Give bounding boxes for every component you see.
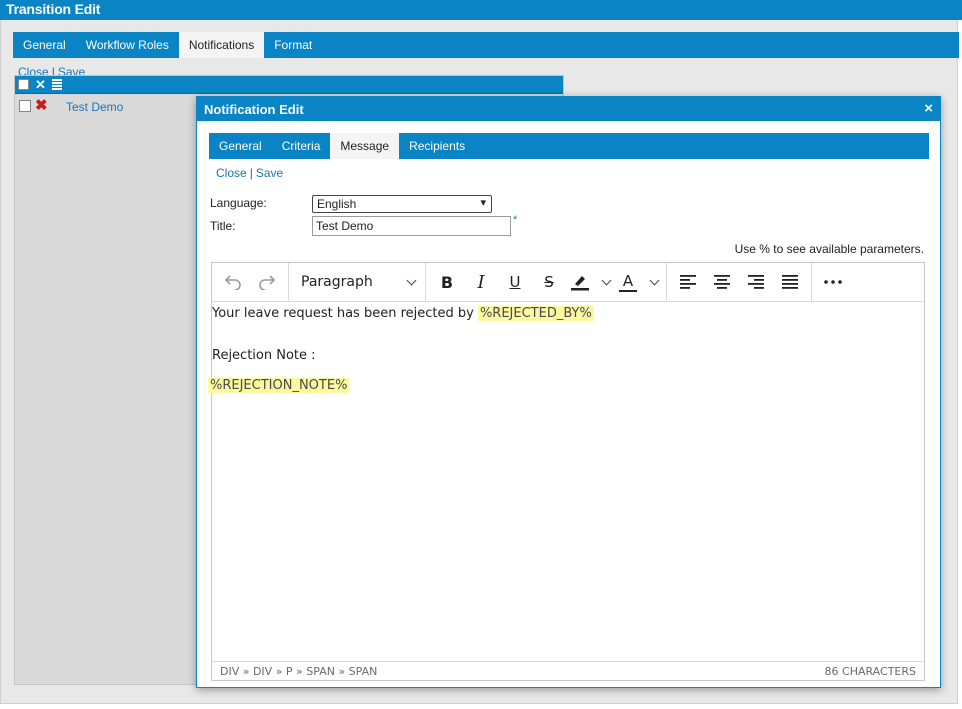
dialog-title-text: Notification Edit xyxy=(204,102,304,117)
align-center-icon[interactable] xyxy=(705,267,739,297)
undo-icon[interactable] xyxy=(216,267,250,297)
block-format-value: Paragraph xyxy=(301,274,373,290)
bold-icon[interactable]: B xyxy=(430,267,464,297)
title-label: Title: xyxy=(210,219,236,233)
tab-format[interactable]: Format xyxy=(264,32,322,58)
required-marker: * xyxy=(513,214,518,226)
align-right-icon[interactable] xyxy=(739,267,773,297)
more-group xyxy=(812,263,854,302)
text-color-split-button[interactable]: A xyxy=(614,272,662,292)
chevron-down-icon: ▾ xyxy=(480,197,486,209)
align-left-icon[interactable] xyxy=(671,267,705,297)
chevron-down-icon xyxy=(649,275,660,285)
italic-icon[interactable]: I xyxy=(464,267,498,297)
editor-content[interactable]: Your leave request has been rejected by … xyxy=(208,303,924,663)
tab-general[interactable]: General xyxy=(13,32,76,58)
tab-message[interactable]: Message xyxy=(330,133,400,159)
more-icon[interactable] xyxy=(816,267,850,297)
language-value: English xyxy=(317,197,357,211)
tab-notifications[interactable]: Notifications xyxy=(178,32,265,58)
highlight-split-button[interactable] xyxy=(566,273,614,291)
content-line-3: %REJECTION_NOTE% xyxy=(208,378,350,393)
chevron-down-icon xyxy=(601,275,612,285)
grid-header: ✕ xyxy=(15,76,563,94)
redo-icon[interactable] xyxy=(250,267,284,297)
format-group: Paragraph xyxy=(289,262,426,302)
editor-statusbar: DIV » DIV » P » SPAN » SPAN 86 CHARACTER… xyxy=(212,661,924,681)
dialog-tabs: General Criteria Message Recipients xyxy=(209,133,929,159)
editor-toolbar: Paragraph B I U S A xyxy=(212,262,924,302)
character-count: 86 CHARACTERS xyxy=(824,665,916,678)
language-label: Language: xyxy=(210,196,267,210)
rejected-by-parameter: %REJECTED_BY% xyxy=(477,306,594,321)
style-group: B I U S A xyxy=(426,262,667,302)
title-input[interactable] xyxy=(312,216,511,236)
list-column-icon xyxy=(52,79,62,90)
strikethrough-icon[interactable]: S xyxy=(532,267,566,297)
save-link[interactable]: Save xyxy=(256,166,283,180)
row-checkbox[interactable] xyxy=(19,100,31,112)
dialog-actions: Close | Save xyxy=(216,166,283,180)
close-link[interactable]: Close xyxy=(216,166,247,180)
delete-icon[interactable]: ✖ xyxy=(35,96,48,114)
block-format-select[interactable]: Paragraph xyxy=(293,267,421,297)
window-title: Transition Edit xyxy=(0,0,962,20)
window-tabs: General Workflow Roles Notifications For… xyxy=(13,32,959,58)
content-line-2: Rejection Note : xyxy=(212,348,316,363)
row-name-link[interactable]: Test Demo xyxy=(66,100,123,114)
tab-criteria[interactable]: Criteria xyxy=(272,133,331,159)
element-path[interactable]: DIV » DIV » P » SPAN » SPAN xyxy=(220,665,377,678)
rejection-note-parameter: %REJECTION_NOTE% xyxy=(208,378,350,393)
text-color-icon: A xyxy=(618,272,638,292)
history-group xyxy=(212,262,289,302)
action-separator: | xyxy=(249,166,253,180)
close-icon[interactable]: × xyxy=(924,100,933,117)
parameters-hint: Use % to see available parameters. xyxy=(734,242,924,256)
content-line-1: Your leave request has been rejected by … xyxy=(212,306,594,321)
rejected-by-text: Your leave request has been rejected by xyxy=(212,306,478,321)
tab-workflow-roles[interactable]: Workflow Roles xyxy=(76,32,179,58)
chevron-down-icon xyxy=(406,275,417,285)
message-editor: Paragraph B I U S A Your leave request h… xyxy=(208,262,925,681)
underline-icon[interactable]: U xyxy=(498,267,532,297)
delete-column-icon: ✕ xyxy=(35,77,46,92)
notification-edit-dialog: Notification Edit × General Criteria Mes… xyxy=(196,96,941,688)
align-justify-icon[interactable] xyxy=(773,267,807,297)
select-all-checkbox[interactable] xyxy=(18,79,29,90)
tab-recipients[interactable]: Recipients xyxy=(399,133,475,159)
tab-general[interactable]: General xyxy=(209,133,272,159)
language-select[interactable]: English ▾ xyxy=(312,195,492,213)
align-group xyxy=(667,262,812,302)
highlight-icon xyxy=(571,276,589,291)
dialog-title: Notification Edit × xyxy=(197,97,940,121)
